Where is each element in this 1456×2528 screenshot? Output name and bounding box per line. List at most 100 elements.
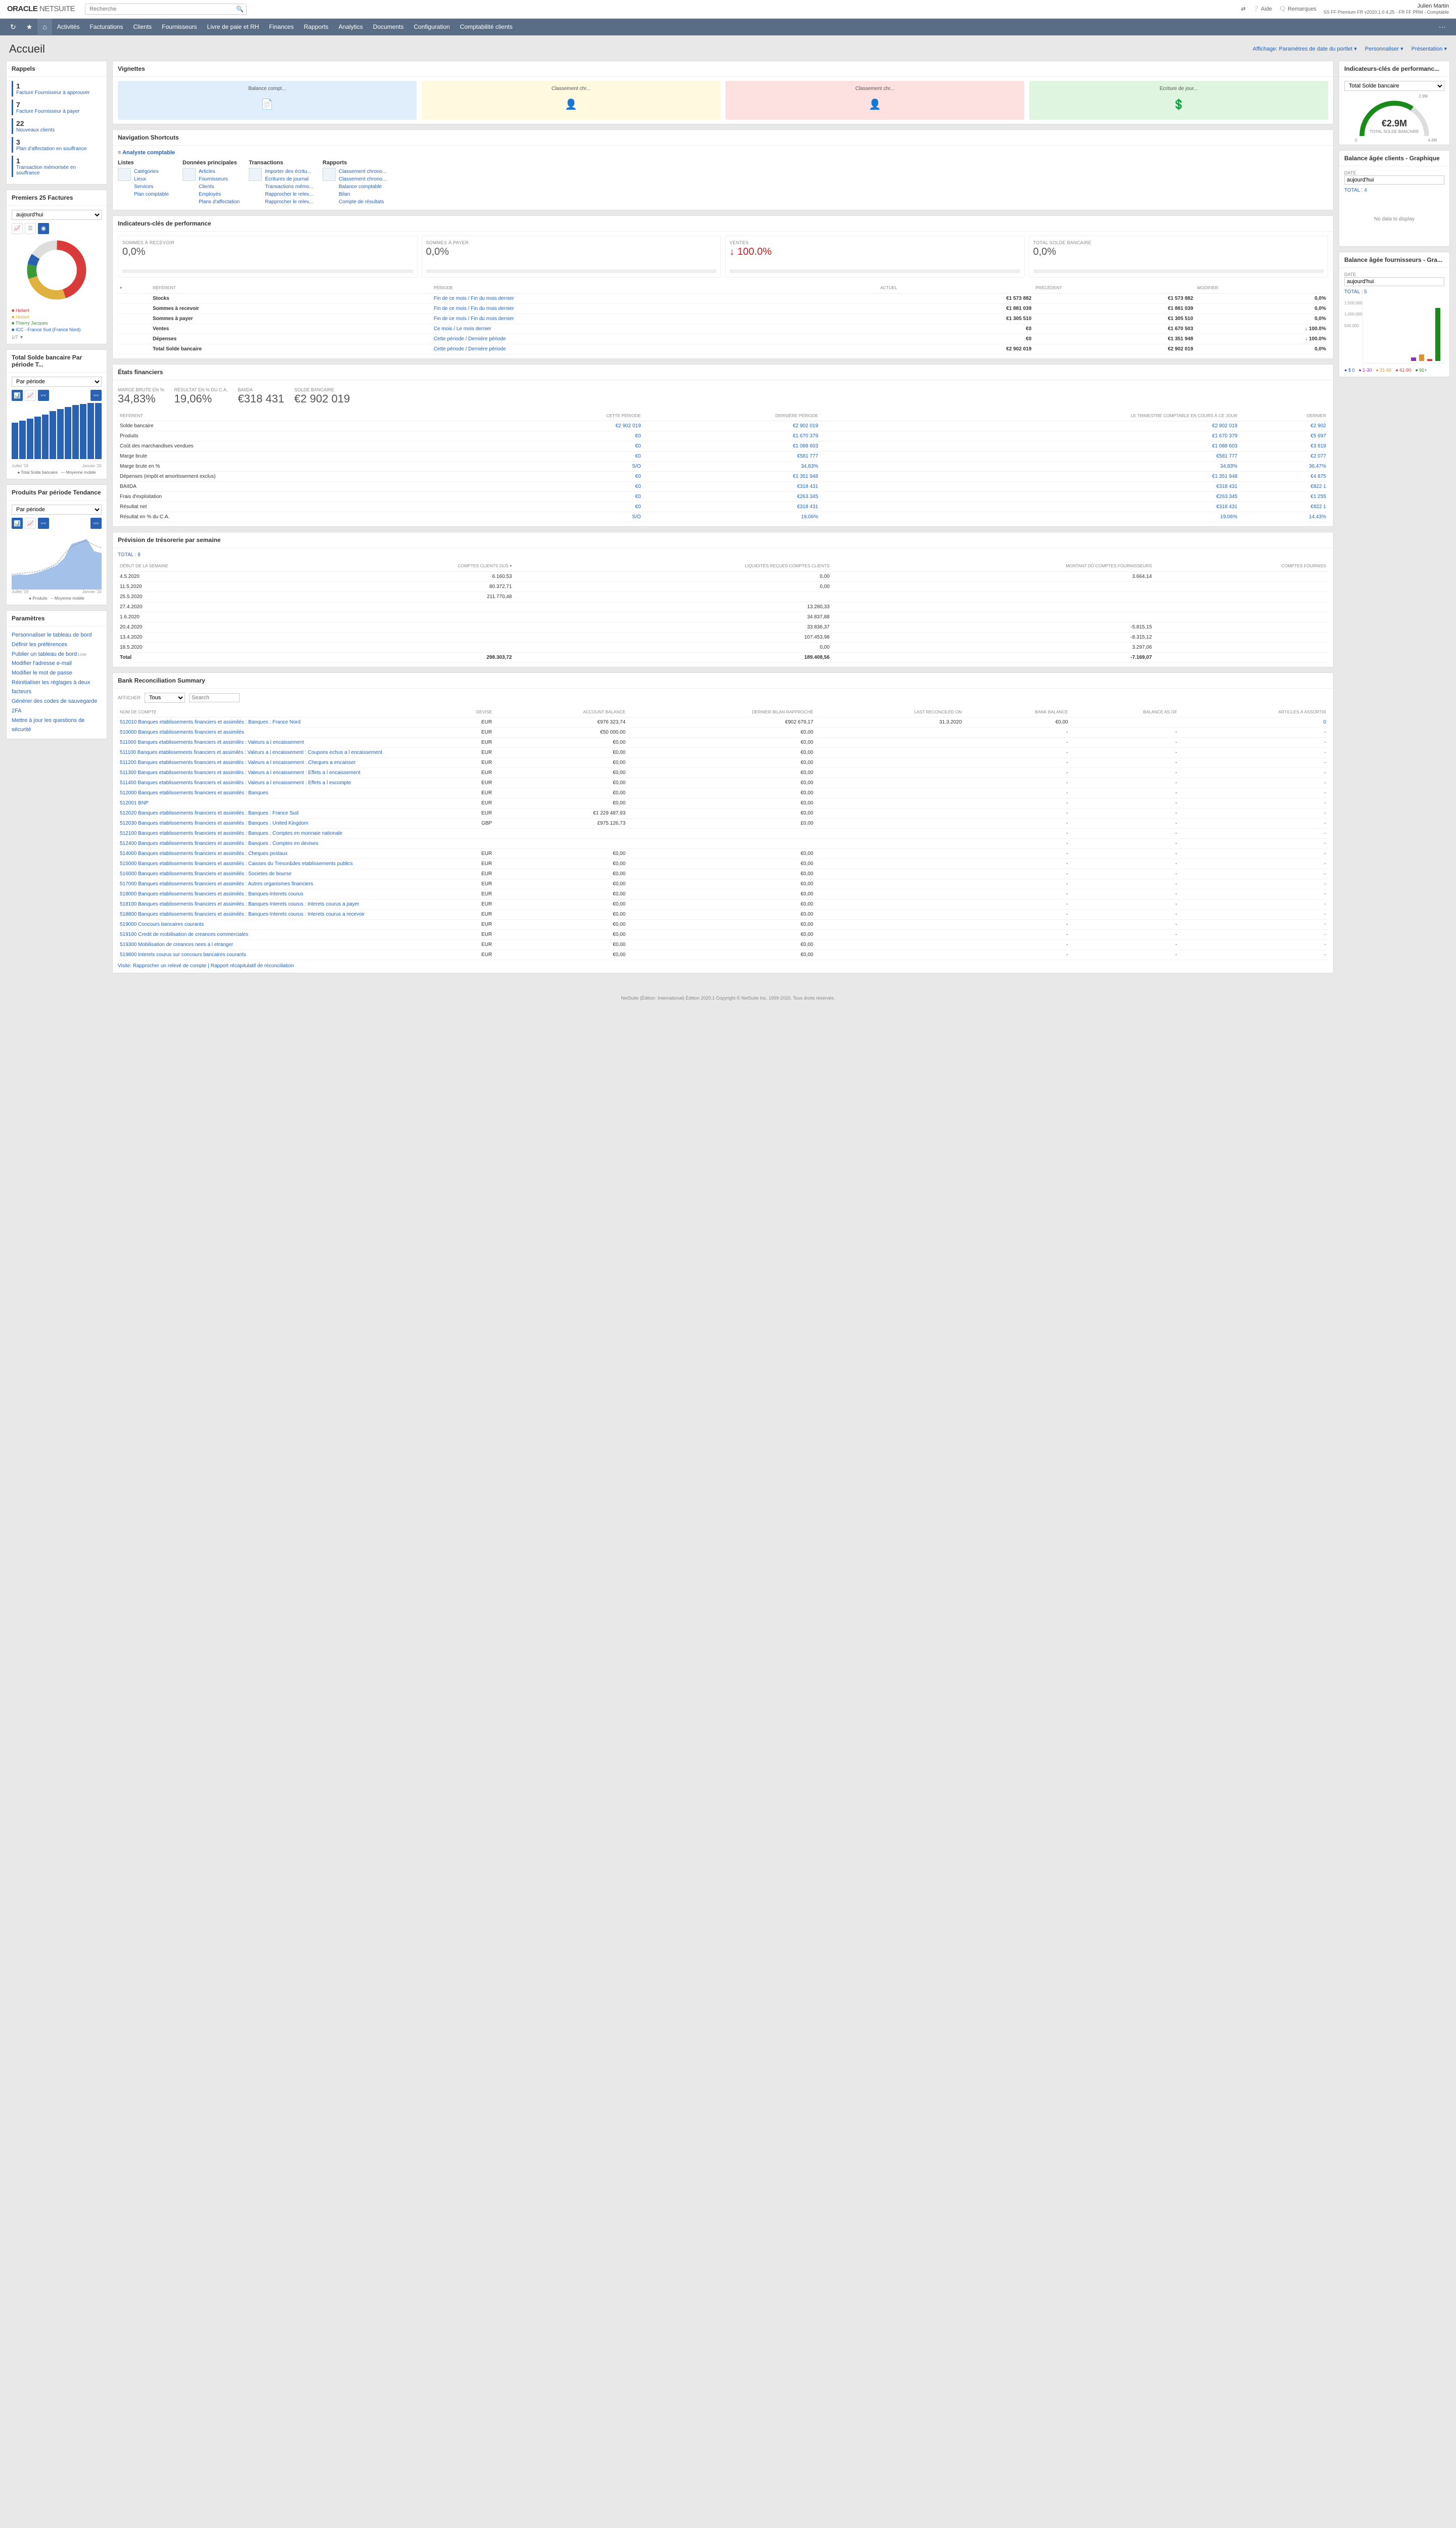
- bank-afficher-select[interactable]: Tous: [145, 693, 185, 703]
- bank-search-input[interactable]: [189, 693, 240, 702]
- shortcut-link[interactable]: Transactions mémo...: [265, 184, 313, 190]
- param-link[interactable]: Définir les préférences: [12, 640, 102, 650]
- nav-item[interactable]: Finances: [264, 19, 299, 34]
- shortcut-link[interactable]: Employés: [199, 192, 221, 197]
- table-row: 13.4.2020107.453,98-8.315,12: [118, 632, 1328, 642]
- nav-item[interactable]: Documents: [368, 19, 409, 34]
- vignette-card[interactable]: Écriture de jour...💲: [1029, 81, 1328, 120]
- legend-item: Hebert: [12, 314, 102, 321]
- chart-type-line-icon[interactable]: 📈: [12, 223, 23, 234]
- ppt-icon-3[interactable]: 〰: [38, 518, 49, 529]
- rappel-item[interactable]: 3Plan d'affectation en souffrance: [12, 137, 102, 153]
- display-settings-link[interactable]: Affichage: Paramètres de date du portlet…: [1253, 46, 1357, 52]
- table-row: 514000 Banques etablissements financiers…: [118, 848, 1328, 859]
- tsb-filter[interactable]: Par période: [12, 377, 102, 387]
- bar: [57, 409, 64, 460]
- ppt-icon-2[interactable]: 📈: [25, 518, 36, 529]
- remarks-link[interactable]: 🗨 Remarques: [1279, 6, 1316, 12]
- user-block[interactable]: Julien Martin SS FF Premium FR v2020.1.0…: [1324, 3, 1449, 15]
- table-row: 517000 Banques etablissements financiers…: [118, 879, 1328, 889]
- tsb-icon-4[interactable]: 〰: [90, 390, 102, 401]
- search-input[interactable]: [85, 4, 247, 15]
- customize-link[interactable]: Personnaliser ▾: [1365, 46, 1403, 52]
- user-name: Julien Martin: [1324, 3, 1449, 10]
- shortcut-link[interactable]: Classement chrono...: [339, 169, 387, 174]
- shortcut-link[interactable]: Articles: [199, 169, 215, 174]
- nav-item[interactable]: Analytics: [334, 19, 368, 34]
- param-link[interactable]: Modifier le mot de passe: [12, 668, 102, 678]
- language-icon[interactable]: ⇄: [1241, 6, 1246, 12]
- agee-clients-date[interactable]: [1344, 175, 1444, 185]
- shortcut-link[interactable]: Balance comptable: [339, 184, 382, 190]
- nav-item[interactable]: Facturations: [84, 19, 128, 34]
- gauge-filter[interactable]: Total Solde bancaire: [1344, 81, 1444, 91]
- nav-item[interactable]: Configuration: [408, 19, 454, 34]
- ppt-icon-4[interactable]: 〰: [90, 518, 102, 529]
- shortcut-link[interactable]: Bilan: [339, 192, 350, 197]
- p25f-filter[interactable]: aujourd'hui: [12, 210, 102, 220]
- nav-item[interactable]: Clients: [128, 19, 157, 34]
- search-icon[interactable]: 🔍: [236, 6, 244, 13]
- rappel-item[interactable]: 7Facture Fournisseur à payer: [12, 100, 102, 115]
- shortcut-link[interactable]: Lieux: [134, 176, 146, 182]
- nav-item[interactable]: Livre de paie et RH: [202, 19, 264, 34]
- table-row: DépensesCette période / Dernière période…: [118, 334, 1328, 344]
- shortcut-link[interactable]: Fournisseurs: [199, 176, 228, 182]
- layout-link[interactable]: Présentation ▾: [1412, 46, 1447, 52]
- shortcut-category-icon: [323, 168, 336, 181]
- vignette-icon: 💲: [1169, 95, 1189, 115]
- rappel-item[interactable]: 1Transaction mémorisée en souffrance: [12, 156, 102, 177]
- param-link[interactable]: Mettre à jour les questions de sécurité: [12, 716, 102, 735]
- shortcut-link[interactable]: Classement chrono...: [339, 176, 387, 182]
- ppt-filter[interactable]: Par période: [12, 505, 102, 515]
- shortcut-link[interactable]: Compte de résultats: [339, 199, 384, 205]
- rappel-item[interactable]: 1Facture Fournisseur à approuver: [12, 81, 102, 97]
- ppt-icon-1[interactable]: 📊: [12, 518, 23, 529]
- nav-item[interactable]: Rapports: [299, 19, 334, 34]
- bar: [42, 415, 49, 459]
- p25f-pager[interactable]: 1/7 ▼: [12, 335, 102, 340]
- tsb-icon-1[interactable]: 📊: [12, 390, 23, 401]
- vignette-card[interactable]: Balance compt...📄: [118, 81, 417, 120]
- prevision-total-link[interactable]: TOTAL : 8: [118, 552, 141, 558]
- table-row: BAIIDA€0€318 431€318 431€822 1: [118, 481, 1328, 491]
- legend-item: 91+: [1415, 368, 1427, 373]
- prevision-title: Prévision de trésorerie par semaine: [113, 532, 1333, 548]
- help-link[interactable]: ❔ Aide: [1253, 6, 1272, 12]
- chart-type-bar-icon[interactable]: ☰: [25, 223, 36, 234]
- shortcut-link[interactable]: Importer des écritu...: [265, 169, 311, 174]
- brand-oracle: ORACLE: [7, 5, 37, 13]
- nav-history-icon[interactable]: ↻: [5, 19, 21, 35]
- vignette-card[interactable]: Classement chr...👤: [422, 81, 720, 120]
- shortcut-link[interactable]: Rapprocher le relev...: [265, 192, 313, 197]
- agee-clients-total[interactable]: TOTAL : 4: [1344, 188, 1367, 193]
- vignette-card[interactable]: Classement chr...👤: [725, 81, 1024, 120]
- nav-home-icon[interactable]: ⌂: [37, 19, 52, 35]
- shortcut-link[interactable]: Services: [134, 184, 153, 190]
- nav-item[interactable]: Comptabilité clients: [455, 19, 518, 34]
- nav-more-icon[interactable]: ⋯: [1434, 19, 1451, 35]
- param-link[interactable]: Générer des codes de sauvegarde 2FA: [12, 697, 102, 715]
- nav-item[interactable]: Fournisseurs: [157, 19, 202, 34]
- param-link[interactable]: Modifier l'adresse e-mail: [12, 659, 102, 668]
- param-link[interactable]: Personnaliser le tableau de bord: [12, 630, 102, 640]
- ppt-x-1: Janvier '20: [82, 590, 102, 594]
- param-link[interactable]: Publier un tableau de bord Liste: [12, 650, 102, 659]
- shortcut-link[interactable]: Écritures de journal: [265, 176, 308, 182]
- shortcut-link[interactable]: Catégories: [134, 169, 158, 174]
- shortcut-link[interactable]: Plans d'affectation: [199, 199, 240, 205]
- agee-fourn-date[interactable]: [1344, 277, 1444, 286]
- chart-type-donut-icon[interactable]: ◉: [38, 223, 49, 234]
- tsb-icon-2[interactable]: 📈: [25, 390, 36, 401]
- top-bar: ORACLE NETSUITE 🔍 ⇄ ❔ Aide 🗨 Remarques J…: [0, 0, 1456, 19]
- shortcut-link[interactable]: Rapprocher le relev...: [265, 199, 313, 205]
- param-link[interactable]: Réinitialiser les réglages à deux facteu…: [12, 678, 102, 697]
- tsb-icon-3[interactable]: 〰: [38, 390, 49, 401]
- nav-item[interactable]: Activités: [52, 19, 85, 34]
- rappel-item[interactable]: 22Nouveaux clients: [12, 118, 102, 134]
- agee-fourn-total[interactable]: TOTAL : 5: [1344, 289, 1367, 295]
- shortcut-link[interactable]: Plan comptable: [134, 192, 169, 197]
- legend-item: Thierry Jacques: [12, 320, 102, 327]
- nav-favorite-icon[interactable]: ★: [21, 19, 38, 35]
- shortcut-link[interactable]: Clients: [199, 184, 214, 190]
